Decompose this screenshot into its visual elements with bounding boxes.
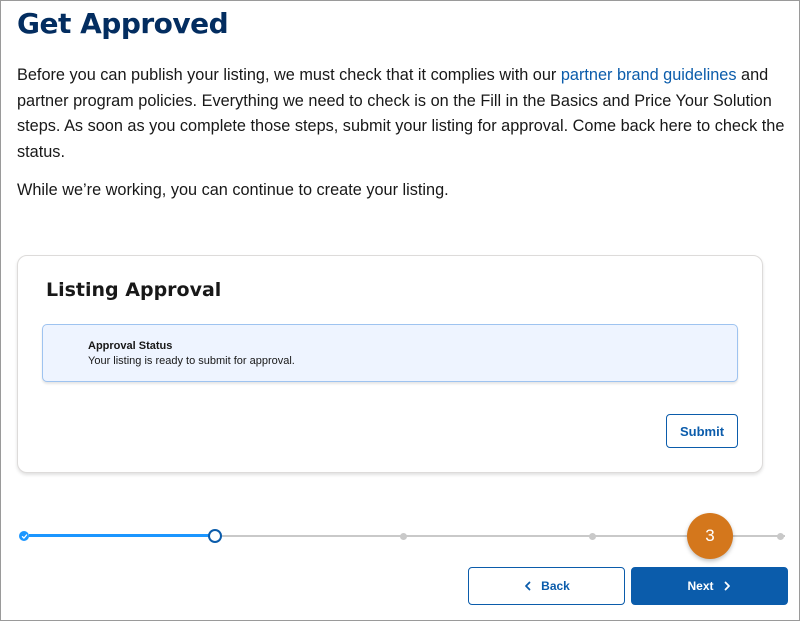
approval-status-title: Approval Status xyxy=(88,340,173,352)
back-button[interactable]: Back xyxy=(468,567,625,605)
working-paragraph: While we’re working, you can continue to… xyxy=(17,181,449,199)
intro-paragraph: Before you can publish your listing, we … xyxy=(17,63,792,165)
partner-brand-guidelines-link[interactable]: partner brand guidelines xyxy=(561,66,737,84)
next-button[interactable]: Next xyxy=(631,567,788,605)
chevron-right-icon xyxy=(724,581,730,591)
progress-step-4[interactable] xyxy=(589,532,596,540)
progress-step-5[interactable] xyxy=(777,532,784,540)
chevron-left-icon xyxy=(525,581,531,591)
progress-step-2-current[interactable] xyxy=(208,529,222,543)
back-button-label: Back xyxy=(541,579,570,593)
listing-approval-card: Listing Approval Approval Status Your li… xyxy=(17,255,763,473)
approval-status-text: Your listing is ready to submit for appr… xyxy=(88,355,295,367)
check-icon xyxy=(21,533,27,539)
progress-track-complete xyxy=(29,534,209,537)
card-title: Listing Approval xyxy=(46,279,222,301)
progress-step-1[interactable] xyxy=(19,531,29,541)
intro-text-start: Before you can publish your listing, we … xyxy=(17,66,561,84)
submit-button[interactable]: Submit xyxy=(666,414,738,448)
approval-status-box: Approval Status Your listing is ready to… xyxy=(42,324,738,382)
page-frame: Get Approved Before you can publish your… xyxy=(0,0,800,621)
next-button-label: Next xyxy=(687,579,714,593)
progress-step-3[interactable] xyxy=(400,532,407,540)
page-title: Get Approved xyxy=(17,7,229,40)
annotation-badge: 3 xyxy=(687,513,733,559)
progress-indicator xyxy=(1,521,800,551)
